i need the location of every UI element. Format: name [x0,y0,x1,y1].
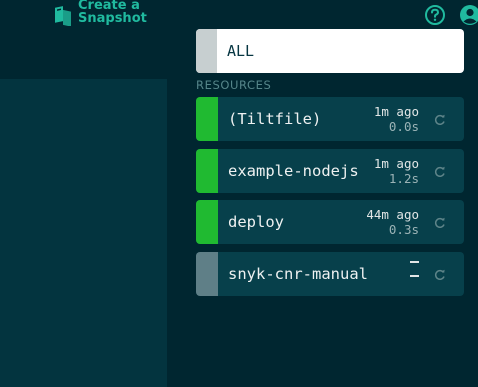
create-snapshot-button[interactable]: Create a Snapshot [54,0,147,30]
sidebar-item-all[interactable]: ALL [196,29,464,73]
status-bar [196,149,218,193]
trigger-update-icon[interactable] [433,267,447,281]
last-update-time: 1m ago [373,156,419,171]
sidebar-item-resource[interactable]: example-nodejs 1m ago 1.2s [196,149,464,193]
build-duration: 1.2s [388,171,419,186]
no-build-indicator [410,261,419,289]
main-panel [0,79,167,387]
trigger-update-icon[interactable] [433,164,447,178]
status-bar [196,29,217,73]
snapshot-label: Create a Snapshot [78,0,147,26]
resource-times: 1m ago 1.2s [374,156,419,186]
trigger-update-icon[interactable] [433,215,447,229]
resource-times: 44m ago 0.3s [366,207,419,237]
resource-times: 1m ago 0.0s [374,104,419,134]
build-duration: 0.0s [388,119,419,134]
status-bar [196,252,218,296]
last-update-time: 44m ago [366,207,419,222]
sidebar-item-label: ALL [227,42,255,60]
resource-name: deploy [228,213,284,231]
account-icon[interactable] [459,4,478,30]
status-bar [196,97,218,141]
help-icon[interactable] [424,4,446,30]
trigger-update-icon[interactable] [433,112,447,126]
resource-name: example-nodejs [228,162,359,180]
resource-name: (Tiltfile) [228,110,322,128]
snapshot-icon [54,4,73,26]
sidebar-item-resource[interactable]: deploy 44m ago 0.3s [196,200,464,244]
sidebar-item-resource[interactable]: snyk-cnr-manual [196,252,464,296]
resource-name: snyk-cnr-manual [228,265,368,283]
last-update-time: 1m ago [373,104,419,119]
build-duration: 0.3s [388,222,419,237]
status-bar [196,200,218,244]
resources-heading: RESOURCES [196,78,272,92]
sidebar-item-resource[interactable]: (Tiltfile) 1m ago 0.0s [196,97,464,141]
